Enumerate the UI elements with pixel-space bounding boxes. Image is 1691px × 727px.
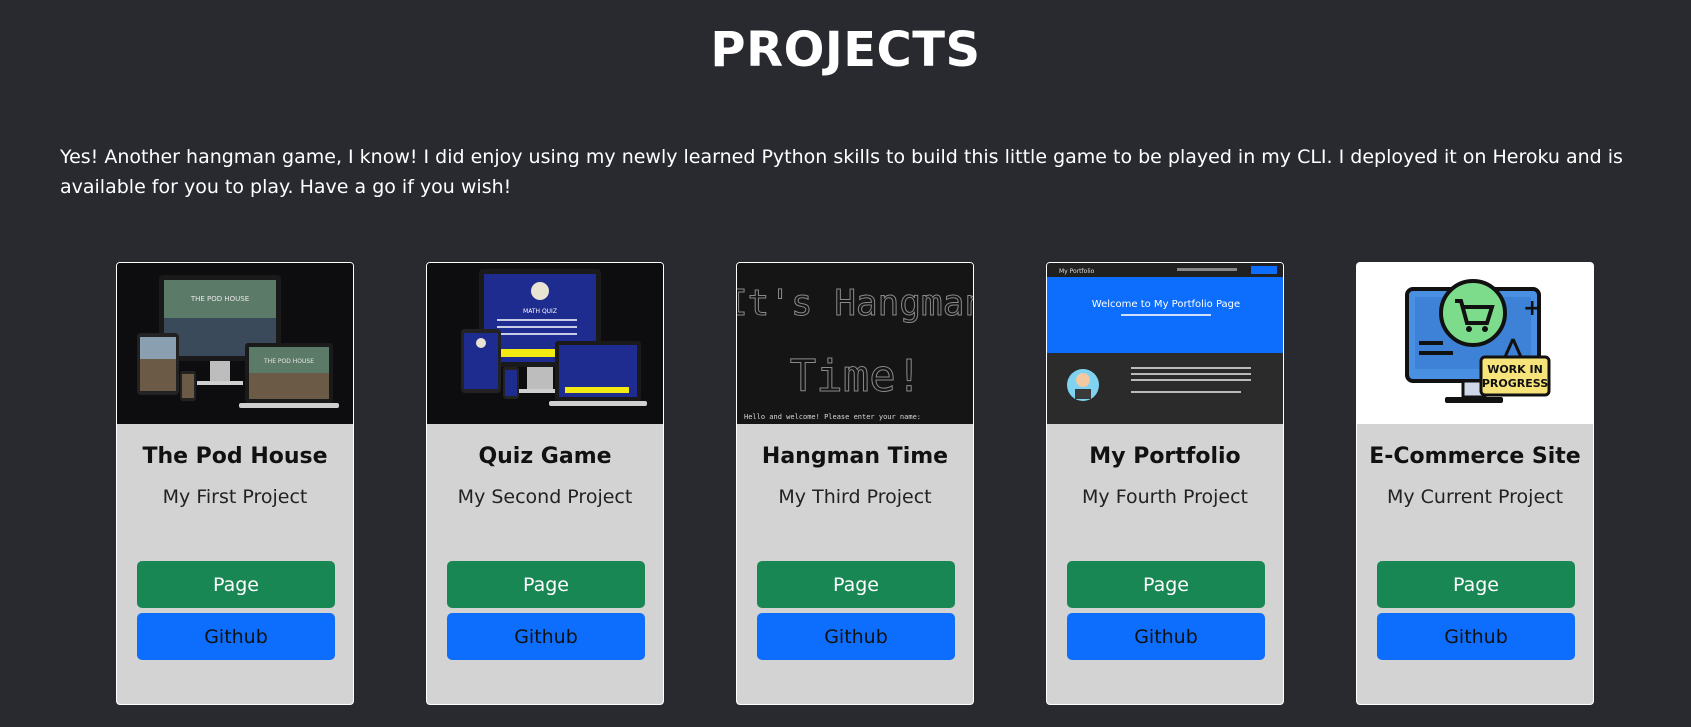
- page-button[interactable]: Page: [447, 561, 645, 608]
- github-button[interactable]: Github: [1067, 613, 1265, 660]
- hangman-thumb-line1: It's Hangman: [737, 283, 973, 324]
- project-image-pod-house[interactable]: THE POD HOUSE THE POD HOUSE: [117, 263, 353, 424]
- pod-house-thumb-heading-2: THE POD HOUSE: [263, 358, 314, 365]
- project-image-quiz-game[interactable]: MATH QUIZ: [427, 263, 663, 424]
- project-card-hangman: It's Hangman Time! Hello and welcome! Pl…: [736, 262, 974, 705]
- github-button[interactable]: Github: [757, 613, 955, 660]
- project-title: The Pod House: [142, 444, 328, 469]
- project-image-portfolio[interactable]: My Portfolio Welcome to My Portfolio Pag…: [1047, 263, 1283, 424]
- wip-sign-line1: WORK IN: [1487, 363, 1543, 376]
- pod-house-thumb-heading: THE POD HOUSE: [190, 295, 249, 303]
- wip-sign-line2: PROGRESS: [1482, 377, 1548, 390]
- project-subtitle: My First Project: [162, 486, 308, 508]
- page-button[interactable]: Page: [757, 561, 955, 608]
- project-subtitle: My Fourth Project: [1082, 486, 1248, 508]
- project-cards: THE POD HOUSE THE POD HOUSE The Pod Hous…: [0, 262, 1691, 727]
- page-title: PROJECTS: [710, 22, 981, 78]
- project-subtitle: My Third Project: [778, 486, 932, 508]
- project-title: E-Commerce Site: [1369, 444, 1581, 469]
- project-image-ecommerce[interactable]: + WORK IN PROGRESS: [1357, 263, 1593, 424]
- project-card-pod-house: THE POD HOUSE THE POD HOUSE The Pod Hous…: [116, 262, 354, 705]
- portfolio-thumb-heading: Welcome to My Portfolio Page: [1092, 299, 1240, 310]
- page-button[interactable]: Page: [137, 561, 335, 608]
- page-button[interactable]: Page: [1067, 561, 1265, 608]
- portfolio-thumb-brand: My Portfolio: [1059, 268, 1095, 275]
- project-card-ecommerce: + WORK IN PROGRESS E-Commerce Site My Cu…: [1356, 262, 1594, 705]
- project-title: My Portfolio: [1089, 444, 1241, 469]
- project-title: Quiz Game: [478, 444, 612, 469]
- github-button[interactable]: Github: [137, 613, 335, 660]
- project-subtitle: My Current Project: [1386, 486, 1564, 508]
- svg-text:+: +: [1523, 296, 1541, 321]
- project-title: Hangman Time: [761, 444, 949, 469]
- project-image-hangman[interactable]: It's Hangman Time! Hello and welcome! Pl…: [737, 263, 973, 424]
- github-button[interactable]: Github: [1377, 613, 1575, 660]
- github-button[interactable]: Github: [447, 613, 645, 660]
- quiz-thumb-heading: MATH QUIZ: [523, 308, 557, 315]
- page-button[interactable]: Page: [1377, 561, 1575, 608]
- project-card-quiz-game: MATH QUIZ Quiz Game My Second Project Pa…: [426, 262, 664, 705]
- project-card-portfolio: My Portfolio Welcome to My Portfolio Pag…: [1046, 262, 1284, 705]
- hangman-thumb-prompt: Hello and welcome! Please enter your nam…: [744, 413, 921, 421]
- intro-paragraph: Yes! Another hangman game, I know! I did…: [60, 146, 1623, 198]
- hangman-thumb-line2: Time!: [790, 351, 922, 402]
- project-subtitle: My Second Project: [457, 486, 633, 508]
